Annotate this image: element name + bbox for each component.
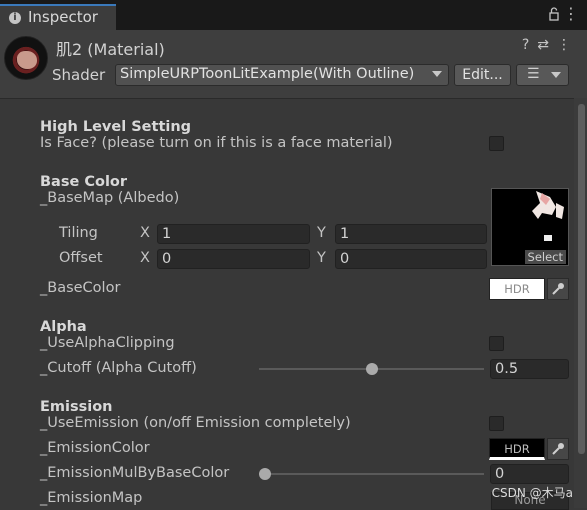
help-icon[interactable]: ?: [522, 37, 537, 53]
tiling-x-axis-label: X: [140, 225, 150, 241]
eyedropper-icon: [552, 443, 564, 455]
list-icon: ☰: [527, 66, 540, 82]
material-preview-thumbnail: [4, 36, 48, 80]
cutoff-value-field[interactable]: 0.5: [490, 359, 569, 379]
emission-mul-label: _EmissionMulByBaseColor: [40, 465, 230, 481]
emission-mul-value-field[interactable]: 0: [490, 464, 569, 484]
section-high-level-title: High Level Setting: [40, 119, 192, 135]
emission-eyedropper-button[interactable]: [547, 438, 569, 460]
lock-icon[interactable]: [549, 7, 559, 21]
emission-mul-slider-track[interactable]: [259, 473, 484, 475]
cutoff-label: _Cutoff (Alpha Cutoff): [40, 360, 197, 376]
use-alpha-clipping-checkbox[interactable]: [489, 336, 504, 351]
section-base-color-title: Base Color: [40, 174, 128, 190]
material-header: 肌2 (Material) ?⇄⋮ Shader SimpleURPToonLi…: [0, 30, 587, 99]
use-alpha-clipping-label: _UseAlphaClipping: [40, 335, 175, 351]
tiling-x-field[interactable]: 1: [157, 224, 310, 244]
shader-value: SimpleURPToonLitExample(With Outline): [120, 66, 415, 82]
chevron-down-icon: [551, 72, 561, 78]
basecolor-swatch[interactable]: HDR: [489, 278, 545, 300]
material-title: 肌2 (Material): [56, 40, 165, 59]
emission-color-swatch[interactable]: HDR: [489, 438, 545, 460]
preset-icon[interactable]: ⇄: [537, 37, 557, 53]
scrollbar-thumb[interactable]: [578, 104, 585, 454]
tiling-label: Tiling: [59, 225, 98, 241]
texture-select-button[interactable]: Select: [524, 250, 566, 264]
kebab-menu-icon[interactable]: ⋮: [563, 6, 579, 22]
offset-x-axis-label: X: [140, 250, 150, 266]
more-icon[interactable]: ⋮: [557, 37, 579, 53]
use-emission-checkbox[interactable]: [489, 416, 504, 431]
shader-label: Shader: [52, 66, 106, 84]
emission-mul-slider-handle[interactable]: [259, 468, 271, 480]
basecolor-eyedropper-button[interactable]: [547, 278, 569, 300]
tiling-y-axis-label: Y: [317, 225, 326, 241]
basemap-texture-slot[interactable]: Select: [491, 188, 569, 266]
chevron-down-icon: [432, 71, 442, 77]
is-face-checkbox[interactable]: [489, 136, 504, 151]
header-icons: ?⇄⋮: [522, 37, 579, 53]
shader-dropdown[interactable]: SimpleURPToonLitExample(With Outline): [115, 64, 449, 86]
watermark: CSDN @木马a: [491, 486, 573, 500]
tab-inspector[interactable]: i Inspector: [0, 4, 116, 30]
shader-options-button[interactable]: ☰: [516, 64, 569, 86]
offset-label: Offset: [59, 250, 103, 266]
offset-y-axis-label: Y: [317, 250, 326, 266]
emission-map-label: _EmissionMap: [40, 490, 143, 506]
tiling-y-field[interactable]: 1: [335, 224, 487, 244]
use-emission-label: _UseEmission (on/off Emission completely…: [40, 415, 351, 431]
preview-face-shape: [17, 51, 37, 69]
section-alpha-title: Alpha: [40, 319, 87, 335]
section-emission-title: Emission: [40, 399, 113, 415]
basemap-label: _BaseMap (Albedo): [40, 190, 180, 206]
cutoff-slider-handle[interactable]: [365, 363, 378, 375]
edit-shader-button[interactable]: Edit...: [454, 64, 511, 86]
info-icon: i: [9, 12, 21, 24]
tab-bar: i Inspector ⋮: [0, 0, 587, 30]
basecolor-label: _BaseColor: [40, 280, 121, 296]
offset-x-field[interactable]: 0: [157, 249, 310, 269]
offset-y-field[interactable]: 0: [335, 249, 487, 269]
tab-title: Inspector: [28, 8, 98, 26]
eyedropper-icon: [552, 283, 564, 295]
is-face-label: Is Face? (please turn on if this is a fa…: [40, 135, 393, 151]
emission-color-label: _EmissionColor: [40, 440, 150, 456]
